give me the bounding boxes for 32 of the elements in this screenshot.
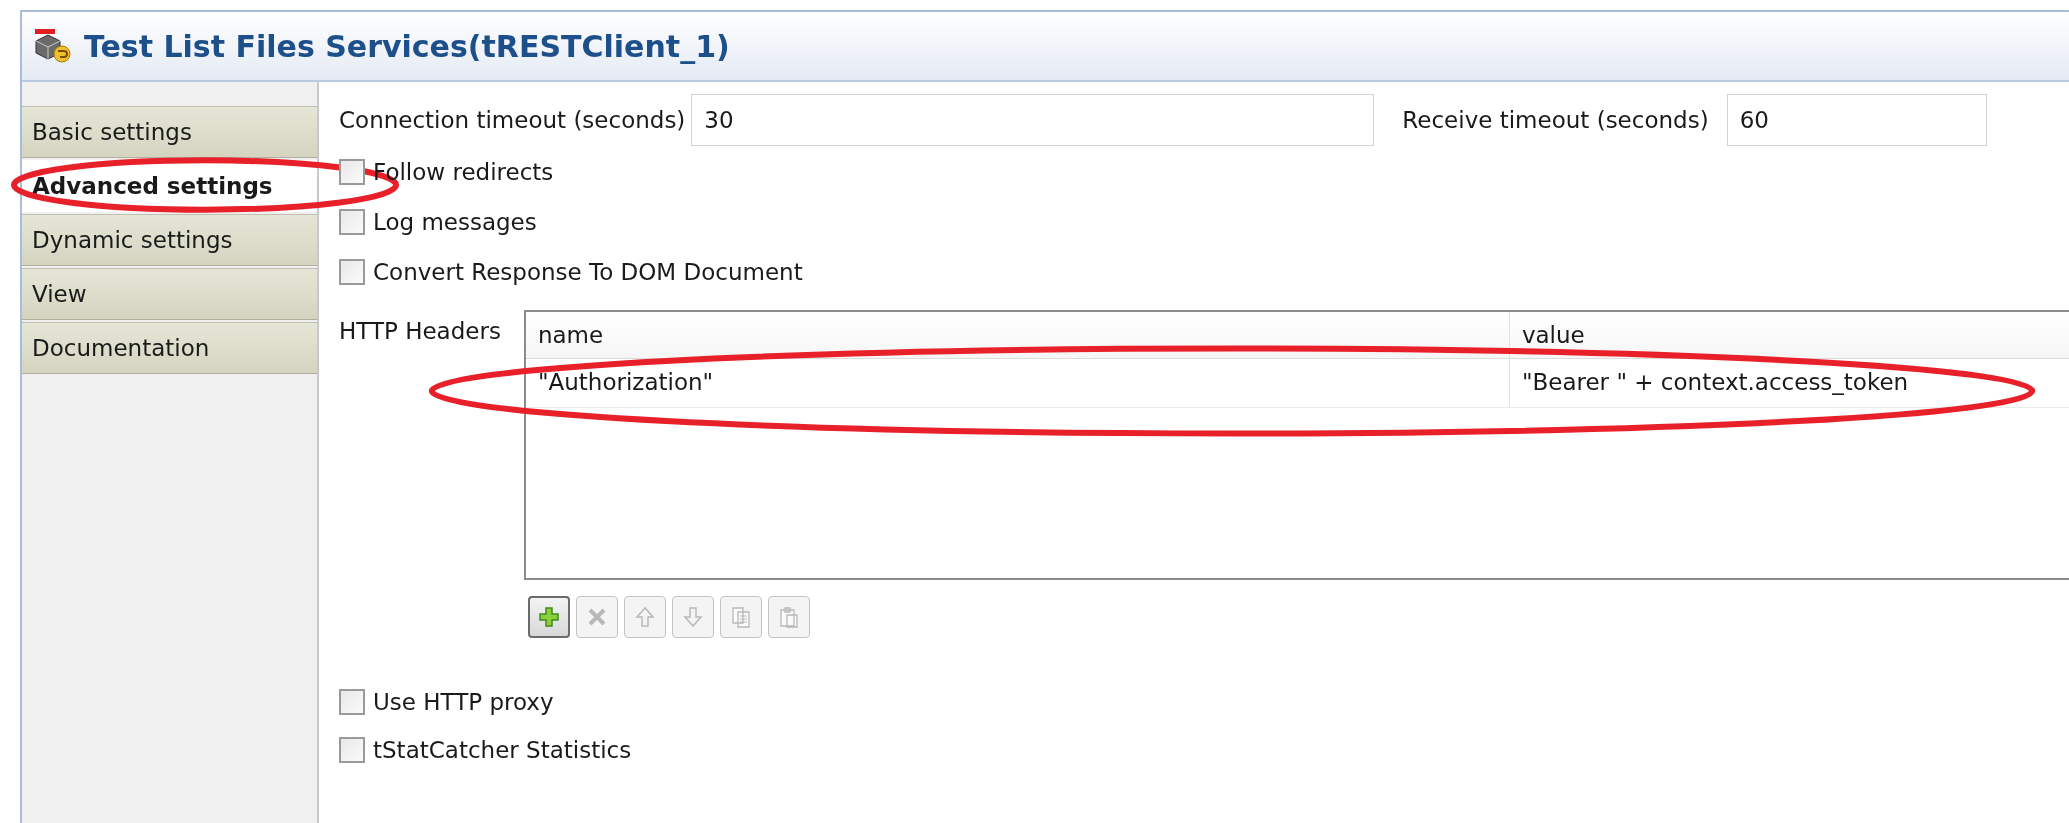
checkbox[interactable] <box>339 689 365 715</box>
checkbox[interactable] <box>339 159 365 185</box>
down-arrow-icon <box>682 606 703 628</box>
paste-icon <box>777 606 800 628</box>
field-label: Connection timeout (seconds) <box>339 107 686 133</box>
checkbox[interactable] <box>339 209 365 235</box>
input-field[interactable]: 60 <box>1726 94 1987 146</box>
field-label: HTTP Headers <box>339 317 501 346</box>
checkbox-label: Follow redirects <box>373 159 554 185</box>
window-title: Test List Files Services(tRESTClient_1) <box>84 28 730 64</box>
table-cell: "Authorization" <box>525 359 1510 407</box>
field-label: Receive timeout (seconds) <box>1402 107 1709 133</box>
checkbox-label: Convert Response To DOM Document <box>373 259 803 285</box>
up-arrow-icon <box>634 606 655 628</box>
column-header[interactable]: name <box>525 312 1510 358</box>
table-cell-text: "Bearer " + context.access_token <box>1520 368 1910 397</box>
input-field[interactable]: 30 <box>691 94 1375 146</box>
sidebar-tab[interactable]: Dynamic settings <box>22 214 317 266</box>
add-button[interactable] <box>527 596 570 638</box>
delete-icon <box>586 607 607 627</box>
sidebar-tab[interactable]: View <box>22 268 317 320</box>
checkbox-label: Log messages <box>373 209 537 235</box>
checkbox-label: Use HTTP proxy <box>373 689 554 715</box>
copy-icon <box>729 606 752 628</box>
plus-icon <box>537 606 560 628</box>
checkbox[interactable] <box>339 737 365 763</box>
column-header[interactable]: value <box>1509 312 2069 358</box>
sidebar-tab[interactable]: Documentation <box>22 322 317 374</box>
checkbox-label: tStatCatcher Statistics <box>373 737 632 763</box>
component-icon <box>32 27 74 65</box>
sidebar-tab[interactable]: Basic settings <box>22 106 317 158</box>
checkbox[interactable] <box>339 259 365 285</box>
